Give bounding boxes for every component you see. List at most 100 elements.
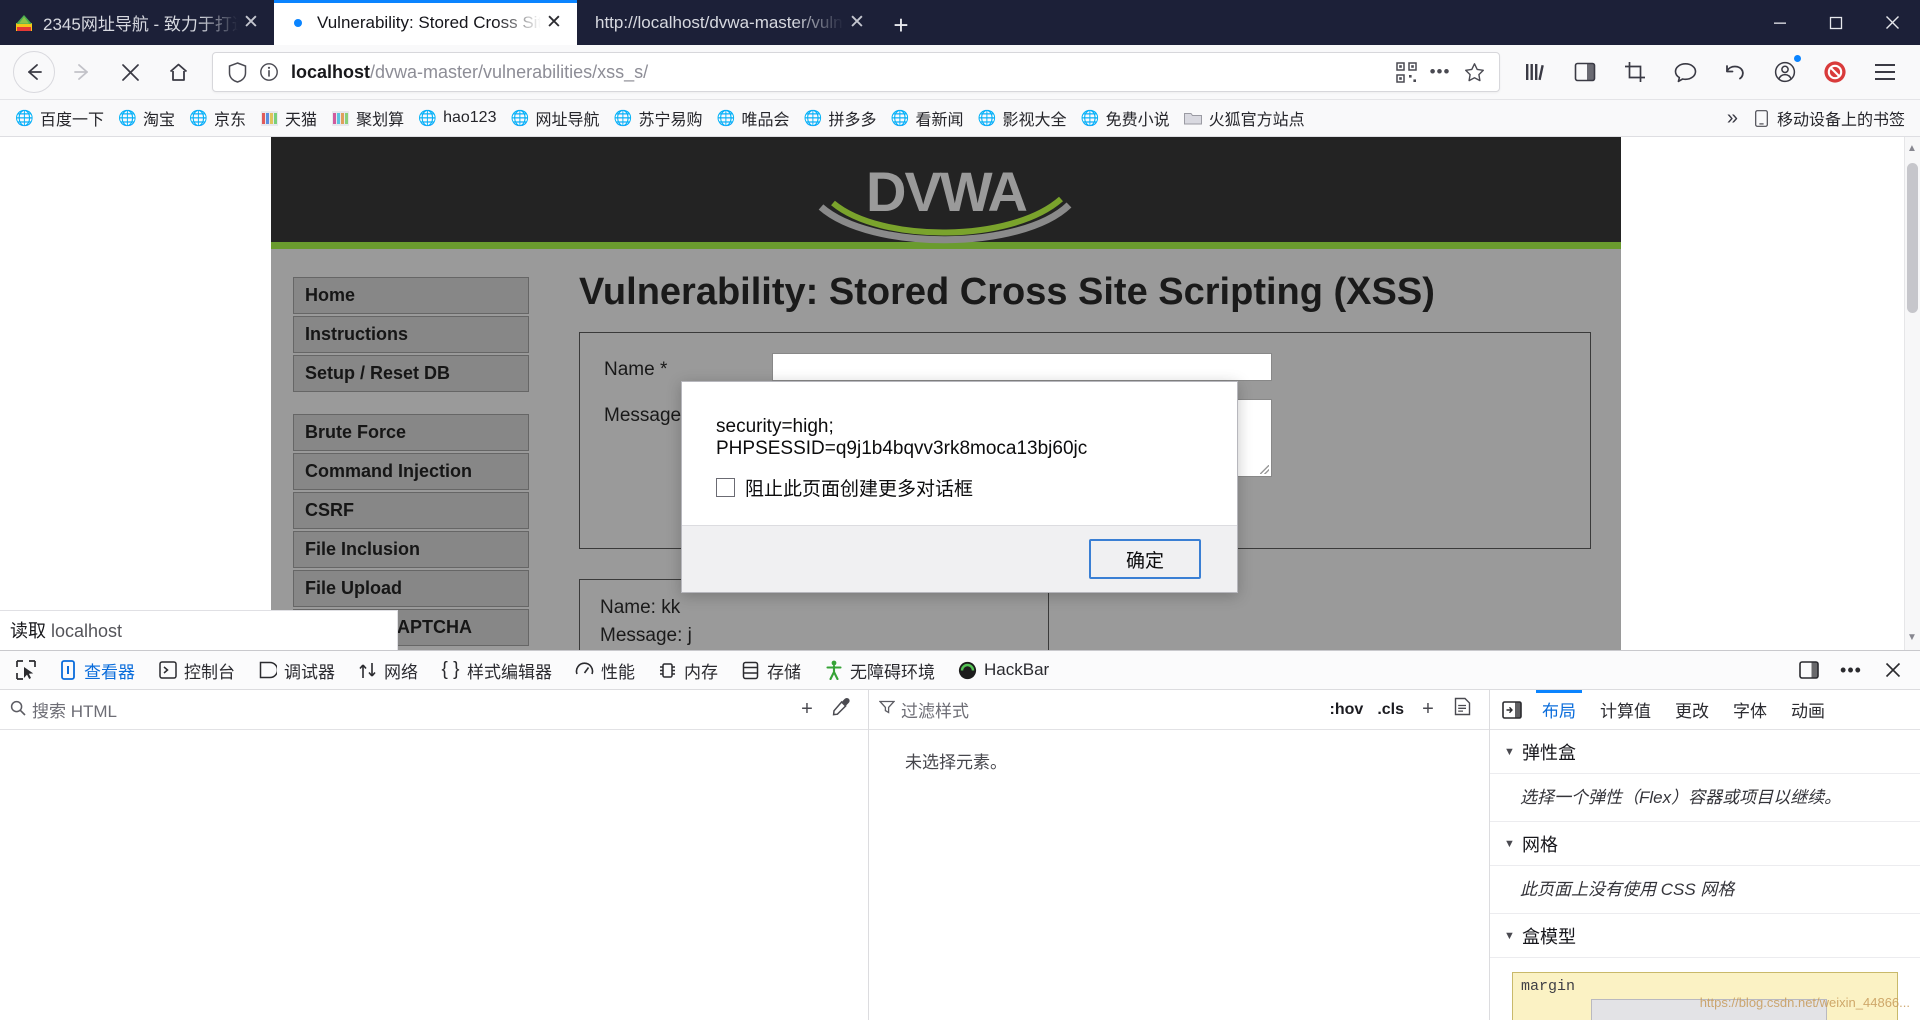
name-input[interactable] bbox=[772, 353, 1272, 381]
sidebar-item-brute-force[interactable]: Brute Force bbox=[293, 414, 529, 451]
qr-code-icon[interactable] bbox=[1389, 56, 1423, 88]
devtools-tab-memory[interactable]: 内存 bbox=[646, 653, 729, 687]
bookmark-item[interactable]: 🌐 hao123 bbox=[411, 106, 503, 131]
mobile-bookmarks-folder[interactable]: 移动设备上的书签 bbox=[1745, 103, 1912, 133]
pseudo-class-button[interactable]: :hov bbox=[1323, 701, 1371, 719]
devtools-tab-performance[interactable]: 性能 bbox=[563, 653, 646, 687]
bookmark-label: 拼多多 bbox=[828, 112, 877, 129]
sidebar-item-file-upload[interactable]: File Upload bbox=[293, 570, 529, 607]
section-flexbox-note: 选择一个弹性（Flex）容器或项目以继续。 bbox=[1490, 774, 1920, 823]
toggle-sidebar-icon[interactable] bbox=[1494, 690, 1530, 730]
layout-tab-animations[interactable]: 动画 bbox=[1779, 690, 1837, 730]
tab-close-icon[interactable]: ✕ bbox=[541, 10, 567, 36]
sidebar-item-setup-reset-db[interactable]: Setup / Reset DB bbox=[293, 355, 529, 392]
bookmark-item[interactable]: 🌐 网址导航 bbox=[503, 103, 606, 133]
sidebar-item-command-injection[interactable]: Command Injection bbox=[293, 453, 529, 490]
sidebar-item-instructions[interactable]: Instructions bbox=[293, 316, 529, 353]
screenshot-crop-icon[interactable] bbox=[1614, 51, 1656, 93]
devtools-tab-hackbar[interactable]: HackBar bbox=[946, 653, 1060, 687]
bookmark-item[interactable]: 🌐 苏宁易购 bbox=[606, 103, 709, 133]
sidebar-icon[interactable] bbox=[1564, 51, 1606, 93]
stop-button[interactable] bbox=[109, 51, 151, 93]
bookmarks-overflow-chevron[interactable]: » bbox=[1720, 104, 1745, 133]
devtools-tab-debugger[interactable]: 调试器 bbox=[246, 653, 346, 687]
element-picker-icon[interactable] bbox=[6, 653, 46, 687]
scroll-down-arrow-icon[interactable]: ▼ bbox=[1906, 630, 1918, 646]
layout-tab-computed[interactable]: 计算值 bbox=[1588, 690, 1663, 730]
eyedropper-icon[interactable] bbox=[824, 697, 858, 722]
bookmark-item[interactable]: 聚划算 bbox=[324, 103, 411, 133]
back-button[interactable] bbox=[13, 51, 55, 93]
prevent-dialogs-checkbox[interactable] bbox=[716, 478, 735, 497]
layout-tab-fonts[interactable]: 字体 bbox=[1721, 690, 1779, 730]
section-boxmodel-header[interactable]: ▼ 盒模型 bbox=[1490, 914, 1920, 959]
sidebar-item-file-inclusion[interactable]: File Inclusion bbox=[293, 531, 529, 568]
window-close-button[interactable] bbox=[1864, 0, 1920, 45]
tracking-shield-icon[interactable] bbox=[221, 56, 253, 88]
bookmark-item[interactable]: 🌐 淘宝 bbox=[111, 103, 182, 133]
bookmark-star-icon[interactable] bbox=[1457, 56, 1491, 88]
window-maximize-button[interactable] bbox=[1808, 0, 1864, 45]
devtools-more-menu-icon[interactable]: ••• bbox=[1830, 653, 1872, 687]
window-minimize-button[interactable] bbox=[1752, 0, 1808, 45]
bookmark-item[interactable]: 火狐官方站点 bbox=[1177, 103, 1312, 133]
app-menu-icon[interactable] bbox=[1864, 51, 1906, 93]
new-tab-button[interactable]: + bbox=[880, 5, 922, 45]
bookmark-item[interactable]: 🌐 唯品会 bbox=[710, 103, 797, 133]
page-scrollbar-thumb[interactable] bbox=[1907, 163, 1918, 313]
bookmark-item[interactable]: 🌐 京东 bbox=[182, 103, 253, 133]
bookmark-item[interactable]: 🌐 看新闻 bbox=[884, 103, 971, 133]
tab-title: 2345网址导航 - 致力于打造百年 bbox=[43, 15, 238, 34]
section-flexbox-header[interactable]: ▼ 弹性盒 bbox=[1490, 730, 1920, 775]
devtools-tab-console[interactable]: 控制台 bbox=[146, 653, 246, 687]
sidebar-item-csrf[interactable]: CSRF bbox=[293, 492, 529, 529]
print-styles-icon[interactable] bbox=[1445, 697, 1479, 722]
devtools-tab-storage[interactable]: 存储 bbox=[729, 653, 812, 687]
markup-search-input[interactable]: 搜索 HTML bbox=[32, 697, 790, 722]
prevent-dialogs-checkbox-row[interactable]: 阻止此页面创建更多对话框 bbox=[716, 474, 1203, 501]
sidebar-item-home[interactable]: Home bbox=[293, 277, 529, 314]
page-actions-menu-icon[interactable]: ••• bbox=[1423, 56, 1457, 88]
tab-close-icon[interactable]: ✕ bbox=[844, 10, 870, 36]
browser-tab-1[interactable]: 2345网址导航 - 致力于打造百年 ✕ bbox=[0, 0, 274, 45]
browser-tab-2[interactable]: Vulnerability: Stored Cross Site Scripti… bbox=[274, 0, 577, 45]
globe-icon: 🌐 bbox=[977, 110, 997, 127]
devtools-tab-accessibility[interactable]: 无障碍环境 bbox=[812, 653, 946, 687]
site-info-icon[interactable] bbox=[253, 56, 285, 88]
chat-bubble-icon[interactable] bbox=[1664, 51, 1706, 93]
library-icon[interactable] bbox=[1514, 51, 1556, 93]
devtools-tab-style-editor[interactable]: { } 样式编辑器 bbox=[429, 653, 563, 687]
home-button[interactable] bbox=[157, 51, 199, 93]
blocked-addon-icon[interactable] bbox=[1814, 51, 1856, 93]
bookmark-item[interactable]: 🌐 拼多多 bbox=[797, 103, 884, 133]
bookmark-label: 淘宝 bbox=[143, 112, 176, 129]
section-grid-header[interactable]: ▼ 网格 bbox=[1490, 822, 1920, 867]
add-rule-button[interactable]: + bbox=[1411, 698, 1445, 721]
bookmark-label: 免费小说 bbox=[1105, 112, 1170, 129]
layout-tab-layout[interactable]: 布局 bbox=[1530, 689, 1588, 730]
url-bar[interactable]: localhost/dvwa-master/vulnerabilities/xs… bbox=[212, 52, 1500, 92]
add-new-node-button[interactable]: + bbox=[790, 698, 824, 721]
search-icon bbox=[10, 700, 32, 720]
bookmark-item[interactable]: 🌐 影视大全 bbox=[971, 103, 1074, 133]
bookmark-item[interactable]: 🌐 百度一下 bbox=[8, 103, 111, 133]
devtools-tab-network[interactable]: 网络 bbox=[346, 653, 429, 687]
devtools-tab-inspector[interactable]: 查看器 bbox=[46, 653, 146, 687]
bookmark-item[interactable]: 天猫 bbox=[253, 103, 324, 133]
layout-tab-changes[interactable]: 更改 bbox=[1663, 690, 1721, 730]
debugger-icon bbox=[257, 660, 278, 681]
dialog-ok-button[interactable]: 确定 bbox=[1089, 539, 1201, 579]
class-toggle-button[interactable]: .cls bbox=[1370, 701, 1411, 719]
browser-tab-3[interactable]: http://localhost/dvwa-master/vulnerabili… bbox=[577, 0, 880, 45]
dock-position-icon[interactable] bbox=[1788, 653, 1830, 687]
account-icon[interactable] bbox=[1764, 51, 1806, 93]
markup-tree[interactable] bbox=[0, 730, 868, 1020]
devtools-close-icon[interactable] bbox=[1872, 653, 1914, 687]
bookmark-item[interactable]: 🌐 免费小说 bbox=[1074, 103, 1177, 133]
tab-close-icon[interactable]: ✕ bbox=[238, 10, 264, 36]
undo-close-tab-icon[interactable] bbox=[1714, 51, 1756, 93]
page-scrollbar[interactable]: ▲ ▼ bbox=[1904, 137, 1920, 650]
rules-filter-input[interactable]: 过滤样式 bbox=[901, 697, 1323, 722]
url-text[interactable]: localhost/dvwa-master/vulnerabilities/xs… bbox=[285, 62, 1389, 83]
scroll-up-arrow-icon[interactable]: ▲ bbox=[1906, 141, 1918, 157]
